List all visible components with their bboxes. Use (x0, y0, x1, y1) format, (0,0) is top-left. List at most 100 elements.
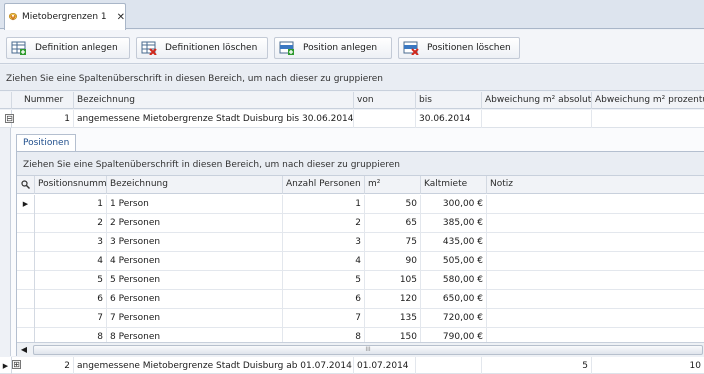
outer-grid-header: Nummer Bezeichnung von bis Abweichung m²… (0, 92, 704, 109)
cell-bis: 30.06.2014 (416, 110, 482, 128)
cell-nummer: 2 (12, 357, 74, 374)
cell-notiz (487, 252, 704, 271)
cell-anzahl-personen: 2 (283, 214, 365, 233)
row-indicator: ▶ (17, 195, 35, 214)
cell-kaltmiete: 385,00 € (421, 214, 487, 233)
cell-m2: 75 (365, 233, 421, 252)
tab-positionen[interactable]: Positionen (16, 134, 76, 152)
cell-positionsnummer: 4 (35, 252, 107, 271)
column-header-nummer[interactable]: Nummer (12, 92, 74, 109)
column-header-bis[interactable]: bis (416, 92, 482, 109)
positions-group-by-panel[interactable]: Ziehen Sie eine Spaltenüberschrift in di… (17, 152, 704, 176)
detail-panel: Positionen Ziehen Sie eine Spaltenübersc… (10, 128, 704, 356)
column-header-abweichung-prozentual[interactable]: Abweichung m² prozentual (592, 92, 704, 109)
scroll-left-icon[interactable]: ◀ (19, 345, 29, 355)
cell-bezeichnung: 5 Personen (107, 271, 283, 290)
cell-m2: 135 (365, 309, 421, 328)
table-row[interactable]: ⊟ 1 angemessene Mietobergrenze Stadt Dui… (0, 110, 704, 128)
cell-positionsnummer: 3 (35, 233, 107, 252)
cell-m2: 65 (365, 214, 421, 233)
row-indicator (17, 309, 35, 328)
row-indicator (17, 214, 35, 233)
row-indicator (17, 271, 35, 290)
cell-anzahl-personen: 1 (283, 195, 365, 214)
tab-mietobergrenzen[interactable]: Mietobergrenzen 1 ✕ (4, 3, 126, 30)
scroll-thumb[interactable]: III (33, 345, 703, 355)
group-by-panel[interactable]: Ziehen Sie eine Spaltenüberschrift in di… (0, 65, 704, 91)
table-row[interactable]: ▶ 1 1 Person 1 50 300,00 € (17, 195, 704, 214)
positions-grid: Ziehen Sie eine Spaltenüberschrift in di… (16, 151, 704, 356)
cell-bezeichnung: 7 Personen (107, 309, 283, 328)
cell-anzahl-personen: 6 (283, 290, 365, 309)
cell-kaltmiete: 580,00 € (421, 271, 487, 290)
cell-von: 01.07.2014 (354, 357, 416, 374)
cell-notiz (487, 214, 704, 233)
row-indicator (17, 252, 35, 271)
cell-bezeichnung: angemessene Mietobergrenze Stadt Duisbur… (74, 110, 354, 128)
cell-kaltmiete: 720,00 € (421, 309, 487, 328)
cell-anzahl-personen: 5 (283, 271, 365, 290)
close-icon[interactable]: ✕ (117, 12, 125, 23)
column-header-bezeichnung[interactable]: Bezeichnung (74, 92, 354, 109)
cell-abweichung-absolut: 5 (482, 357, 592, 374)
cell-nummer: 1 (12, 110, 74, 128)
cell-positionsnummer: 5 (35, 271, 107, 290)
search-icon[interactable] (17, 176, 35, 194)
positionen-loeschen-button[interactable]: Positionen löschen (398, 37, 520, 59)
cell-anzahl-personen: 7 (283, 309, 365, 328)
column-header-positionsnummer[interactable]: Positionsnummer (35, 176, 107, 194)
positions-grid-header: Positionsnummer Bezeichnung Anzahl Perso… (17, 176, 704, 194)
tab-title: Mietobergrenzen 1 (21, 12, 107, 22)
column-header-kaltmiete[interactable]: Kaltmiete (421, 176, 487, 194)
document-tab-strip: Mietobergrenzen 1 ✕ (0, 0, 704, 30)
shield-icon (8, 12, 18, 21)
cell-bezeichnung: 2 Personen (107, 214, 283, 233)
horizontal-scrollbar[interactable]: ◀ III (17, 342, 704, 356)
cell-positionsnummer: 1 (35, 195, 107, 214)
cell-notiz (487, 233, 704, 252)
table-row[interactable]: ▶ ⊞ 2 angemessene Mietobergrenze Stadt D… (0, 357, 704, 374)
cell-abweichung-absolut (482, 110, 592, 128)
cell-positionsnummer: 6 (35, 290, 107, 309)
column-header-bezeichnung[interactable]: Bezeichnung (107, 176, 283, 194)
column-header-m2[interactable]: m² (365, 176, 421, 194)
table-row[interactable]: 77 Personen 7 135 720,00 € (17, 309, 704, 328)
cell-notiz (487, 271, 704, 290)
cell-bezeichnung: 4 Personen (107, 252, 283, 271)
cell-von (354, 110, 416, 128)
column-header-notiz[interactable]: Notiz (487, 176, 704, 194)
table-row[interactable]: 22 Personen 2 65 385,00 € (17, 214, 704, 233)
cell-abweichung-prozentual (592, 110, 704, 128)
cell-m2: 105 (365, 271, 421, 290)
toolbar: Definition anlegen Definitionen löschen … (0, 30, 704, 64)
cell-bezeichnung: 1 Person (107, 195, 283, 214)
cell-abweichung-prozentual: 10 (689, 361, 701, 371)
cell-bezeichnung: angemessene Mietobergrenze Stadt Duisbur… (74, 357, 354, 374)
column-header-abweichung-absolut[interactable]: Abweichung m² absolut (482, 92, 592, 109)
cell-kaltmiete: 650,00 € (421, 290, 487, 309)
table-delete-icon (141, 41, 157, 55)
column-header-anzahl-personen[interactable]: Anzahl Personen (283, 176, 365, 194)
cell-m2: 120 (365, 290, 421, 309)
cell-positionsnummer: 7 (35, 309, 107, 328)
cell-notiz (487, 290, 704, 309)
cell-m2: 90 (365, 252, 421, 271)
table-row[interactable]: 33 Personen 3 75 435,00 € (17, 233, 704, 252)
table-row[interactable]: 55 Personen 5 105 580,00 € (17, 271, 704, 290)
table-row[interactable]: 66 Personen 6 120 650,00 € (17, 290, 704, 309)
definition-anlegen-button[interactable]: Definition anlegen (6, 37, 130, 59)
cell-bezeichnung: 3 Personen (107, 233, 283, 252)
column-header-von[interactable]: von (354, 92, 416, 109)
row-indicator: ▶ (0, 357, 12, 374)
position-anlegen-button[interactable]: Position anlegen (274, 37, 392, 59)
cell-notiz (487, 195, 704, 214)
cell-bis (416, 357, 482, 374)
cell-anzahl-personen: 3 (283, 233, 365, 252)
row-indicator (17, 290, 35, 309)
cell-bezeichnung: 6 Personen (107, 290, 283, 309)
row-delete-icon (403, 41, 419, 55)
table-row[interactable]: 44 Personen 4 90 505,00 € (17, 252, 704, 271)
cell-kaltmiete: 435,00 € (421, 233, 487, 252)
definitionen-loeschen-button[interactable]: Definitionen löschen (136, 37, 268, 59)
row-add-icon (279, 41, 294, 55)
